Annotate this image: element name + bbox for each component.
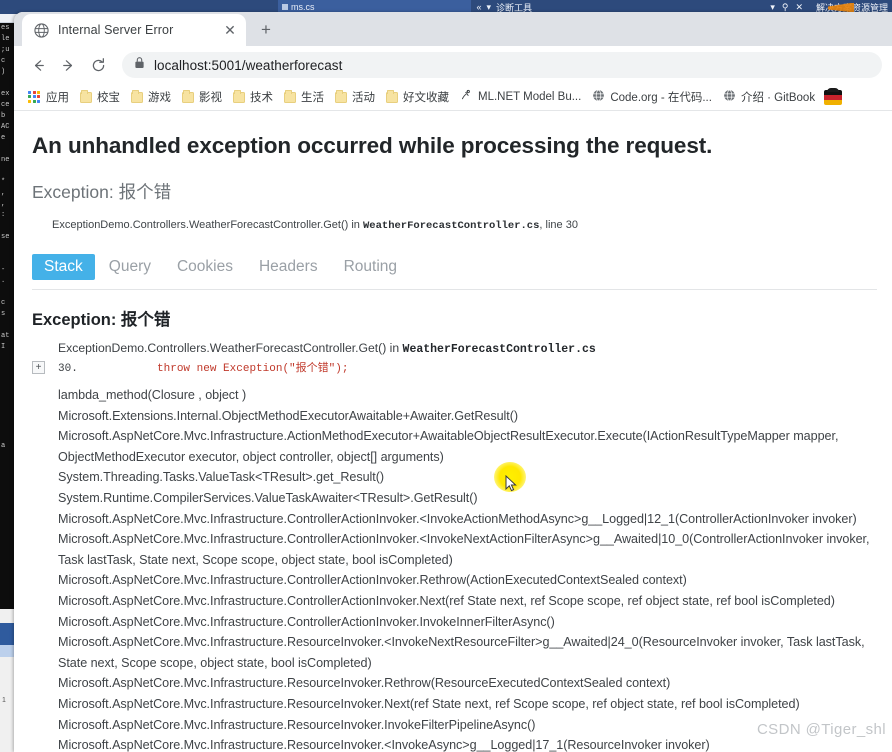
forward-icon[interactable] — [54, 51, 82, 79]
page-title: An unhandled exception occurred while pr… — [32, 133, 713, 158]
close-icon[interactable]: ✕ — [222, 22, 238, 38]
exception-source-location: ExceptionDemo.Controllers.WeatherForecas… — [52, 219, 878, 232]
stack-frame-item: Microsoft.AspNetCore.Mvc.Infrastructure.… — [58, 573, 687, 588]
vs-dropdown-icon[interactable]: ▾ — [487, 2, 492, 13]
vs-tab-icon — [282, 4, 288, 10]
stack-frame-item: Microsoft.AspNetCore.Mvc.Infrastructure.… — [58, 614, 555, 629]
bookmark-folder-tech[interactable]: 技术 — [229, 87, 280, 107]
bookmark-folder-articles[interactable]: 好文收藏 — [382, 87, 456, 107]
tab-routing[interactable]: Routing — [332, 254, 409, 280]
globe-icon — [592, 89, 605, 105]
bookmark-folder-life[interactable]: 生活 — [280, 87, 331, 107]
lock-icon — [134, 56, 145, 74]
exception-file: WeatherForecastController.cs — [362, 220, 540, 232]
stack-frame-item: Microsoft.AspNetCore.Mvc.Infrastructure.… — [58, 511, 857, 526]
mlnet-icon — [460, 89, 473, 105]
bookmark-label: 好文收藏 — [403, 92, 449, 104]
source-line-number: 30. — [58, 363, 78, 375]
tab-headers[interactable]: Headers — [247, 254, 330, 280]
stack-frame-item: Microsoft.AspNetCore.Mvc.Infrastructure.… — [58, 676, 671, 691]
stack-frame-item: System.Threading.Tasks.ValueTask<TResult… — [58, 470, 385, 485]
source-code-line: 30. throw new Exception("报个错"); — [58, 359, 878, 375]
bookmark-apps[interactable]: 应用 — [24, 87, 76, 107]
bookmark-label: 校宝 — [97, 92, 120, 104]
folder-icon — [80, 90, 92, 103]
bookmarks-bar: 应用 校宝 游戏 影视 技术 生活 活动 好文收藏 ML.NET Model B… — [14, 84, 892, 111]
stack-frame-list: lambda_method(Closure , object ) Microso… — [28, 385, 878, 752]
address-bar[interactable]: localhost:5001/weatherforecast — [122, 52, 882, 78]
stack-frame-item: Microsoft.AspNetCore.Mvc.Infrastructure.… — [58, 717, 536, 732]
exception-method: ExceptionDemo.Controllers.WeatherForecas… — [52, 219, 363, 231]
back-icon[interactable] — [24, 51, 52, 79]
vs-pin-icon[interactable]: ⚲ — [782, 2, 789, 13]
bookmark-gitbook[interactable]: 介绍 · GitBook — [719, 87, 822, 107]
tab-stack[interactable]: Stack — [32, 254, 95, 280]
exception-subtitle: Exception: 报个错 — [32, 182, 172, 202]
folder-icon — [131, 90, 143, 103]
bookmark-mlnet[interactable]: ML.NET Model Bu... — [456, 87, 588, 107]
apps-grid-icon — [28, 90, 41, 104]
exception-line: , line 30 — [539, 219, 578, 231]
stack-frame-item: lambda_method(Closure , object ) — [58, 388, 247, 402]
folder-icon — [233, 90, 245, 103]
stack-frame-item: Microsoft.AspNetCore.Mvc.Infrastructure.… — [58, 635, 865, 670]
folder-icon — [284, 90, 296, 103]
folder-icon — [386, 90, 398, 103]
stack-frame-item: Microsoft.AspNetCore.Mvc.Infrastructure.… — [58, 738, 710, 752]
browser-tab-active[interactable]: Internal Server Error ✕ — [22, 14, 246, 46]
bookmark-label: 游戏 — [148, 92, 171, 104]
browser-tabstrip: Internal Server Error ✕ + — [14, 12, 892, 46]
stack-frame-item: Microsoft.AspNetCore.Mvc.Infrastructure.… — [58, 593, 835, 608]
bookmark-label: 应用 — [46, 92, 69, 104]
source-line-code: throw new Exception("报个错"); — [157, 363, 349, 375]
bookmark-codeorg[interactable]: Code.org - 在代码... — [588, 87, 719, 107]
globe-icon — [723, 89, 736, 105]
bookmark-label: 介绍 · GitBook — [740, 92, 816, 104]
stack-frame-item: Microsoft.AspNetCore.Mvc.Infrastructure.… — [58, 696, 800, 711]
globe-icon — [34, 22, 49, 38]
stack-frame-item: Microsoft.AspNetCore.Mvc.Infrastructure.… — [58, 429, 839, 464]
address-bar-url: localhost:5001/weatherforecast — [154, 57, 343, 73]
stack-frame-header: ExceptionDemo.Controllers.WeatherForecas… — [58, 341, 878, 356]
error-page: An unhandled exception occurred while pr… — [14, 111, 892, 752]
stack-trace: ExceptionDemo.Controllers.WeatherForecas… — [28, 341, 878, 752]
vs-tab-label: ms.cs — [291, 2, 315, 12]
stack-frame-item: System.Runtime.CompilerServices.ValueTas… — [58, 490, 478, 505]
bookmark-label: ML.NET Model Bu... — [478, 91, 582, 103]
bookmark-label: Code.org - 在代码... — [610, 92, 712, 104]
tabs-divider — [32, 289, 877, 290]
bookmark-label: 技术 — [250, 92, 273, 104]
exception-heading: Exception: 报个错 — [32, 311, 171, 329]
folder-icon — [335, 90, 347, 103]
vs-close-icon[interactable]: ✕ — [795, 2, 803, 13]
reload-icon[interactable] — [84, 51, 112, 79]
vs-panel-dropdown-icon[interactable]: ▾ — [770, 2, 775, 13]
avatar[interactable] — [824, 87, 843, 105]
stack-frame-file: WeatherForecastController.cs — [402, 343, 596, 356]
bookmark-label: 生活 — [301, 92, 324, 104]
bookmark-label: 活动 — [352, 92, 375, 104]
folder-icon — [182, 90, 194, 103]
vs-collapse-icon[interactable]: « — [477, 2, 482, 12]
vs-code-editor-sliver: es le ;u c ) ex ce b AC e ne * , , : se … — [0, 23, 14, 609]
bookmark-folder-games[interactable]: 游戏 — [127, 87, 178, 107]
source-code-row: + 30. throw new Exception("报个错"); — [28, 359, 878, 378]
bookmark-label: 影视 — [199, 92, 222, 104]
stack-frame-item: Microsoft.AspNetCore.Mvc.Infrastructure.… — [58, 532, 870, 567]
vs-status-line: 1 — [2, 697, 6, 704]
bookmark-folder-xiaobao[interactable]: 校宝 — [76, 87, 127, 107]
stack-frame-method: ExceptionDemo.Controllers.WeatherForecas… — [58, 341, 403, 355]
tab-cookies[interactable]: Cookies — [165, 254, 245, 280]
error-tabs: Stack Query Cookies Headers Routing — [32, 254, 878, 280]
tab-query[interactable]: Query — [97, 254, 163, 280]
stack-frame-item: Microsoft.Extensions.Internal.ObjectMeth… — [58, 408, 519, 423]
screen-root: ms.cs « ▾ 诊断工具 ▾ ⚲ ✕ 解决方案资源管理 es le ;u c… — [0, 0, 892, 752]
expand-source-button[interactable]: + — [32, 361, 45, 374]
new-tab-button[interactable]: + — [252, 16, 280, 44]
bookmark-folder-activity[interactable]: 活动 — [331, 87, 382, 107]
bookmark-folder-media[interactable]: 影视 — [178, 87, 229, 107]
browser-toolbar: localhost:5001/weatherforecast — [14, 46, 892, 84]
browser-tab-title: Internal Server Error — [58, 23, 174, 37]
chrome-browser-window: Internal Server Error ✕ + localhost:5001… — [14, 12, 892, 752]
